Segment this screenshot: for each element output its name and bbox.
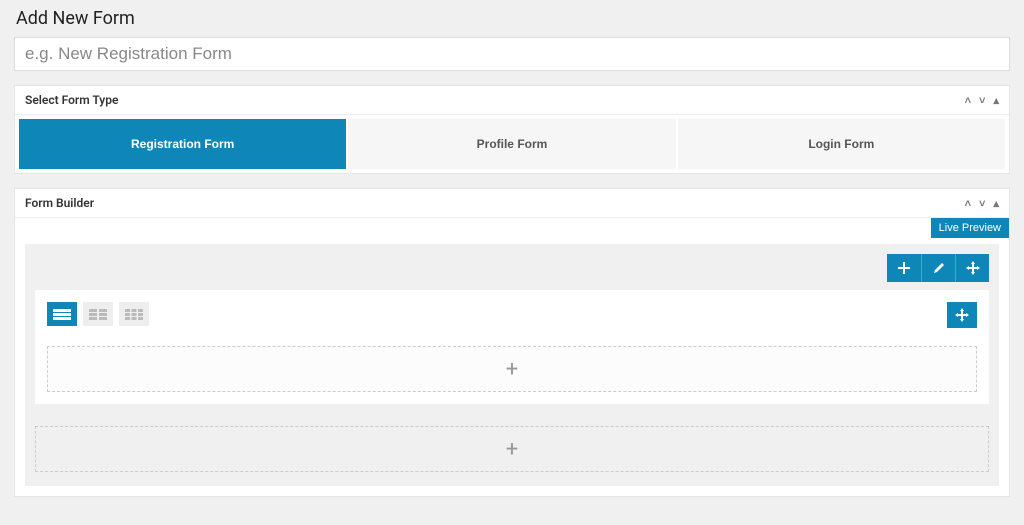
builder-row: + [35, 290, 989, 404]
form-builder-panel-title: Form Builder [25, 196, 94, 210]
columns-2-button[interactable] [83, 302, 113, 326]
row-add-button[interactable] [887, 254, 921, 282]
columns-1-button[interactable] [47, 302, 77, 326]
form-type-registration[interactable]: Registration Form [19, 119, 346, 169]
move-icon [955, 308, 969, 322]
form-type-panel-title: Select Form Type [25, 93, 118, 107]
column-move-button[interactable] [947, 302, 977, 328]
move-icon [966, 261, 980, 275]
row-move-button[interactable] [955, 254, 989, 282]
columns-2-icon [89, 308, 107, 320]
pencil-icon [932, 261, 946, 275]
panel-up-icon[interactable]: ˄ [965, 95, 971, 106]
live-preview-button[interactable]: Live Preview [931, 218, 1009, 238]
panel-collapse-icon[interactable]: ▴ [993, 95, 999, 106]
columns-3-icon [125, 308, 143, 320]
columns-1-icon [53, 308, 71, 320]
column-layout-picker [47, 302, 149, 326]
panel-up-icon[interactable]: ˄ [965, 198, 971, 209]
builder-stage: + + [25, 244, 999, 486]
form-name-input[interactable] [14, 37, 1010, 71]
add-row-dropzone[interactable]: + [35, 426, 989, 472]
panel-down-icon[interactable]: ˅ [979, 198, 985, 209]
row-edit-button[interactable] [921, 254, 955, 282]
panel-down-icon[interactable]: ˅ [979, 95, 985, 106]
form-builder-panel: Form Builder ˄ ˅ ▴ Live Preview [14, 188, 1010, 497]
panel-collapse-icon[interactable]: ▴ [993, 198, 999, 209]
plus-icon [897, 261, 911, 275]
columns-3-button[interactable] [119, 302, 149, 326]
form-type-profile[interactable]: Profile Form [348, 119, 675, 169]
form-type-panel: Select Form Type ˄ ˅ ▴ Registration Form… [14, 85, 1010, 174]
page-title: Add New Form [14, 8, 1010, 29]
form-type-login[interactable]: Login Form [678, 119, 1005, 169]
field-dropzone[interactable]: + [47, 346, 977, 392]
